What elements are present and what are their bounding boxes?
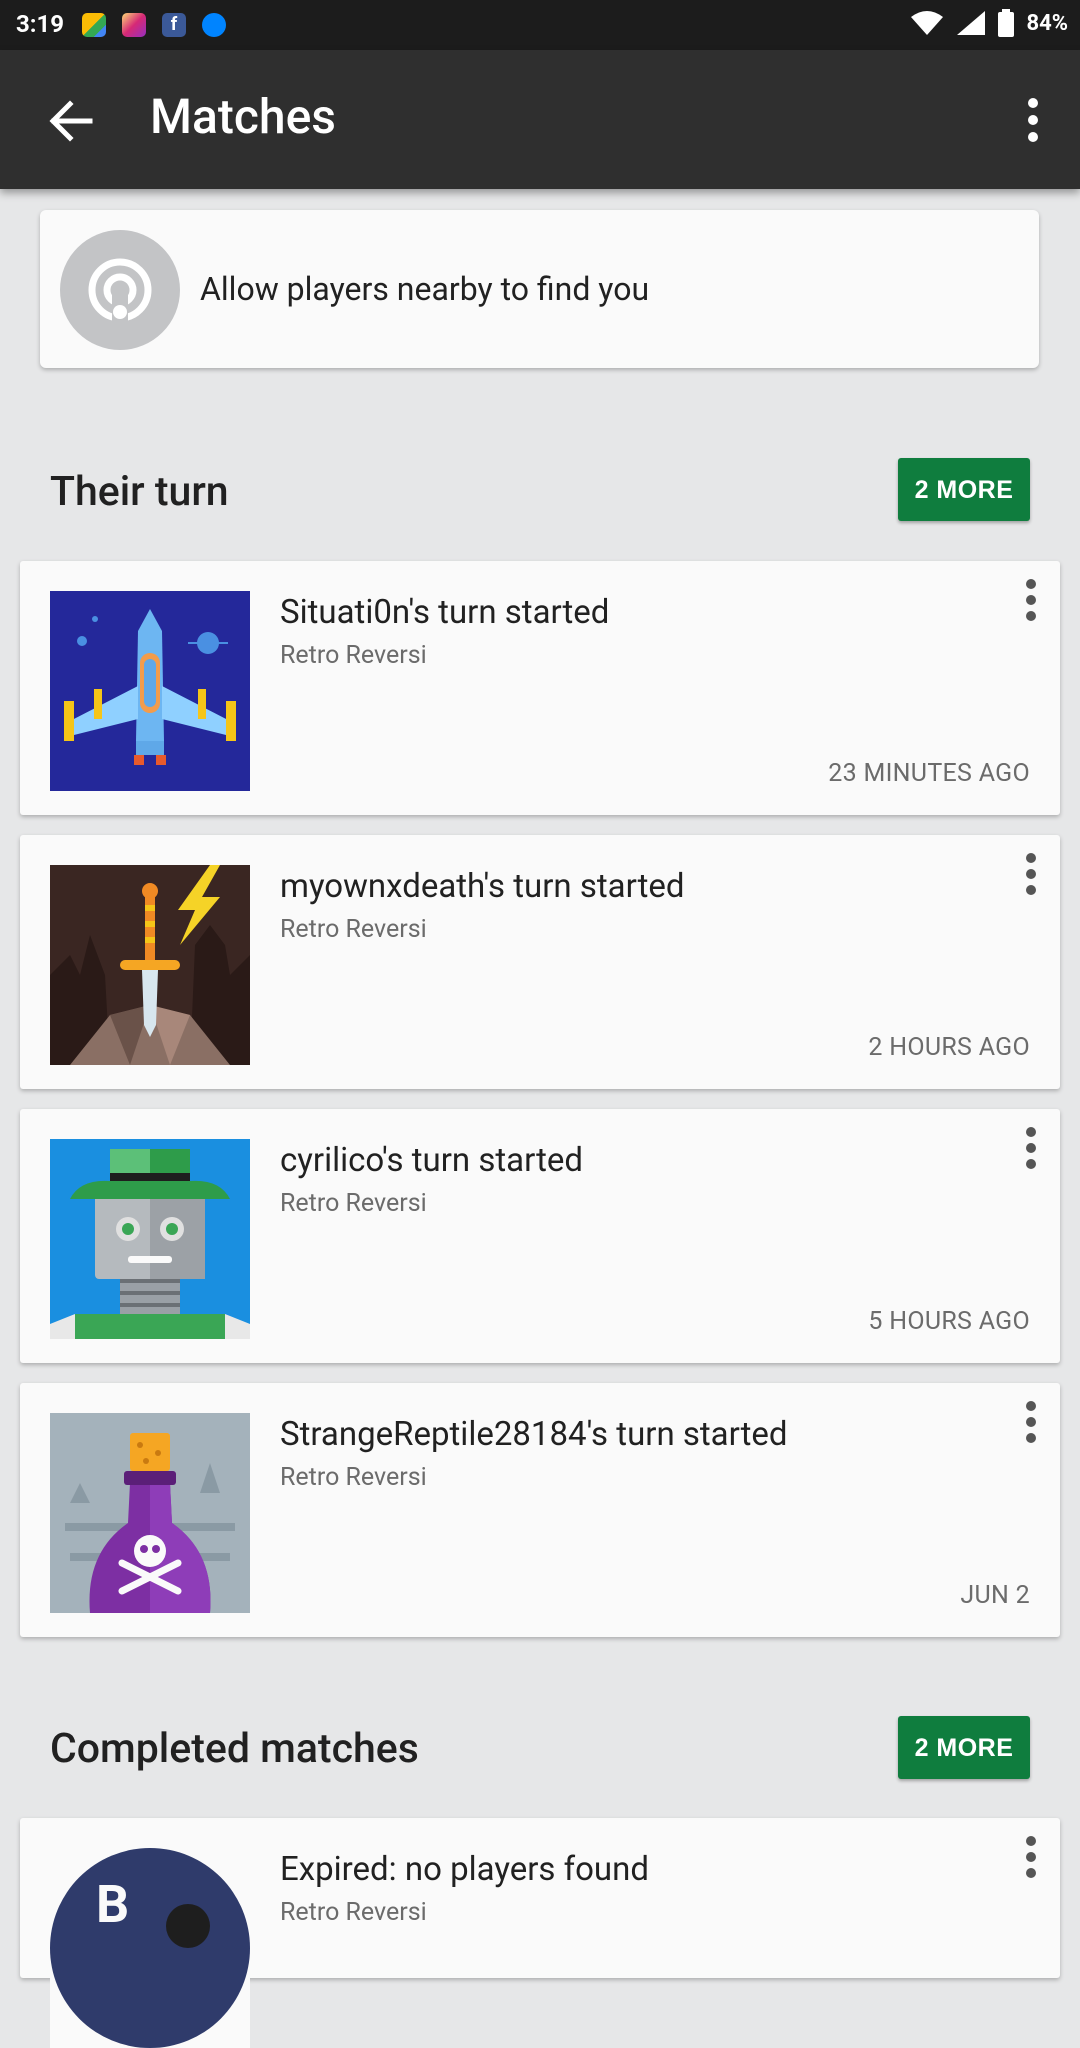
match-game: Retro Reversi (280, 915, 427, 944)
robot-avatar (50, 1139, 250, 1339)
spaceship-avatar (50, 591, 250, 791)
back-arrow-icon[interactable] (44, 94, 98, 148)
their-turn-more-button[interactable]: 2 MORE (898, 458, 1030, 521)
instagram-notification-icon (122, 13, 146, 37)
match-menu-icon[interactable] (1016, 1123, 1046, 1173)
match-menu-icon[interactable] (1016, 1832, 1046, 1882)
match-time: JUN 2 (960, 1581, 1030, 1610)
their-turn-heading: Their turn (50, 468, 229, 516)
match-menu-icon[interactable] (1016, 575, 1046, 625)
match-menu-icon[interactable] (1016, 849, 1046, 899)
nearby-broadcast-icon (60, 230, 180, 350)
facebook-notification-icon: f (162, 13, 186, 37)
nearby-label: Allow players nearby to find you (200, 270, 650, 308)
match-card[interactable]: myownxdeath's turn started Retro Reversi… (20, 835, 1060, 1089)
match-game: Retro Reversi (280, 641, 427, 670)
match-game: Retro Reversi (280, 1189, 427, 1218)
match-card[interactable]: StrangeReptile28184's turn started Retro… (20, 1383, 1060, 1637)
match-title: Expired: no players found (280, 1850, 649, 1889)
match-title: StrangeReptile28184's turn started (280, 1415, 788, 1454)
match-time: 2 HOURS AGO (868, 1033, 1030, 1062)
sword-avatar (50, 865, 250, 1065)
match-title: Situati0n's turn started (280, 593, 610, 632)
photos-notification-icon (82, 13, 106, 37)
match-card[interactable]: cyrilico's turn started Retro Reversi 5 … (20, 1109, 1060, 1363)
poison-bottle-avatar (50, 1413, 250, 1613)
match-card[interactable]: Situati0n's turn started Retro Reversi 2… (20, 561, 1060, 815)
battery-icon (998, 9, 1015, 37)
match-time: 23 MINUTES AGO (828, 759, 1030, 788)
match-menu-icon[interactable] (1016, 1397, 1046, 1447)
reversi-game-avatar: B (50, 1848, 250, 2048)
page-title: Matches (150, 88, 336, 145)
status-right: 84% (910, 9, 1068, 37)
messenger-notification-icon (202, 13, 226, 37)
battery-percent: 84% (1026, 10, 1068, 36)
status-time: 3:19 (16, 10, 65, 38)
signal-icon (957, 11, 986, 35)
match-title: cyrilico's turn started (280, 1141, 583, 1180)
match-card[interactable]: B Expired: no players found Retro Revers… (20, 1818, 1060, 2048)
status-bar: 3:19 f 84% (0, 0, 1080, 50)
nearby-players-card[interactable]: Allow players nearby to find you (40, 210, 1039, 368)
match-game: Retro Reversi (280, 1463, 427, 1492)
avatar-letter: B (96, 1874, 130, 1935)
completed-matches-heading: Completed matches (50, 1725, 419, 1773)
app-bar: Matches (0, 50, 1080, 189)
wifi-icon (911, 11, 944, 35)
completed-more-button[interactable]: 2 MORE (898, 1716, 1030, 1779)
match-title: myownxdeath's turn started (280, 867, 685, 906)
overflow-menu-icon[interactable] (1008, 95, 1058, 145)
match-time: 5 HOURS AGO (868, 1307, 1030, 1336)
match-game: Retro Reversi (280, 1898, 427, 1927)
